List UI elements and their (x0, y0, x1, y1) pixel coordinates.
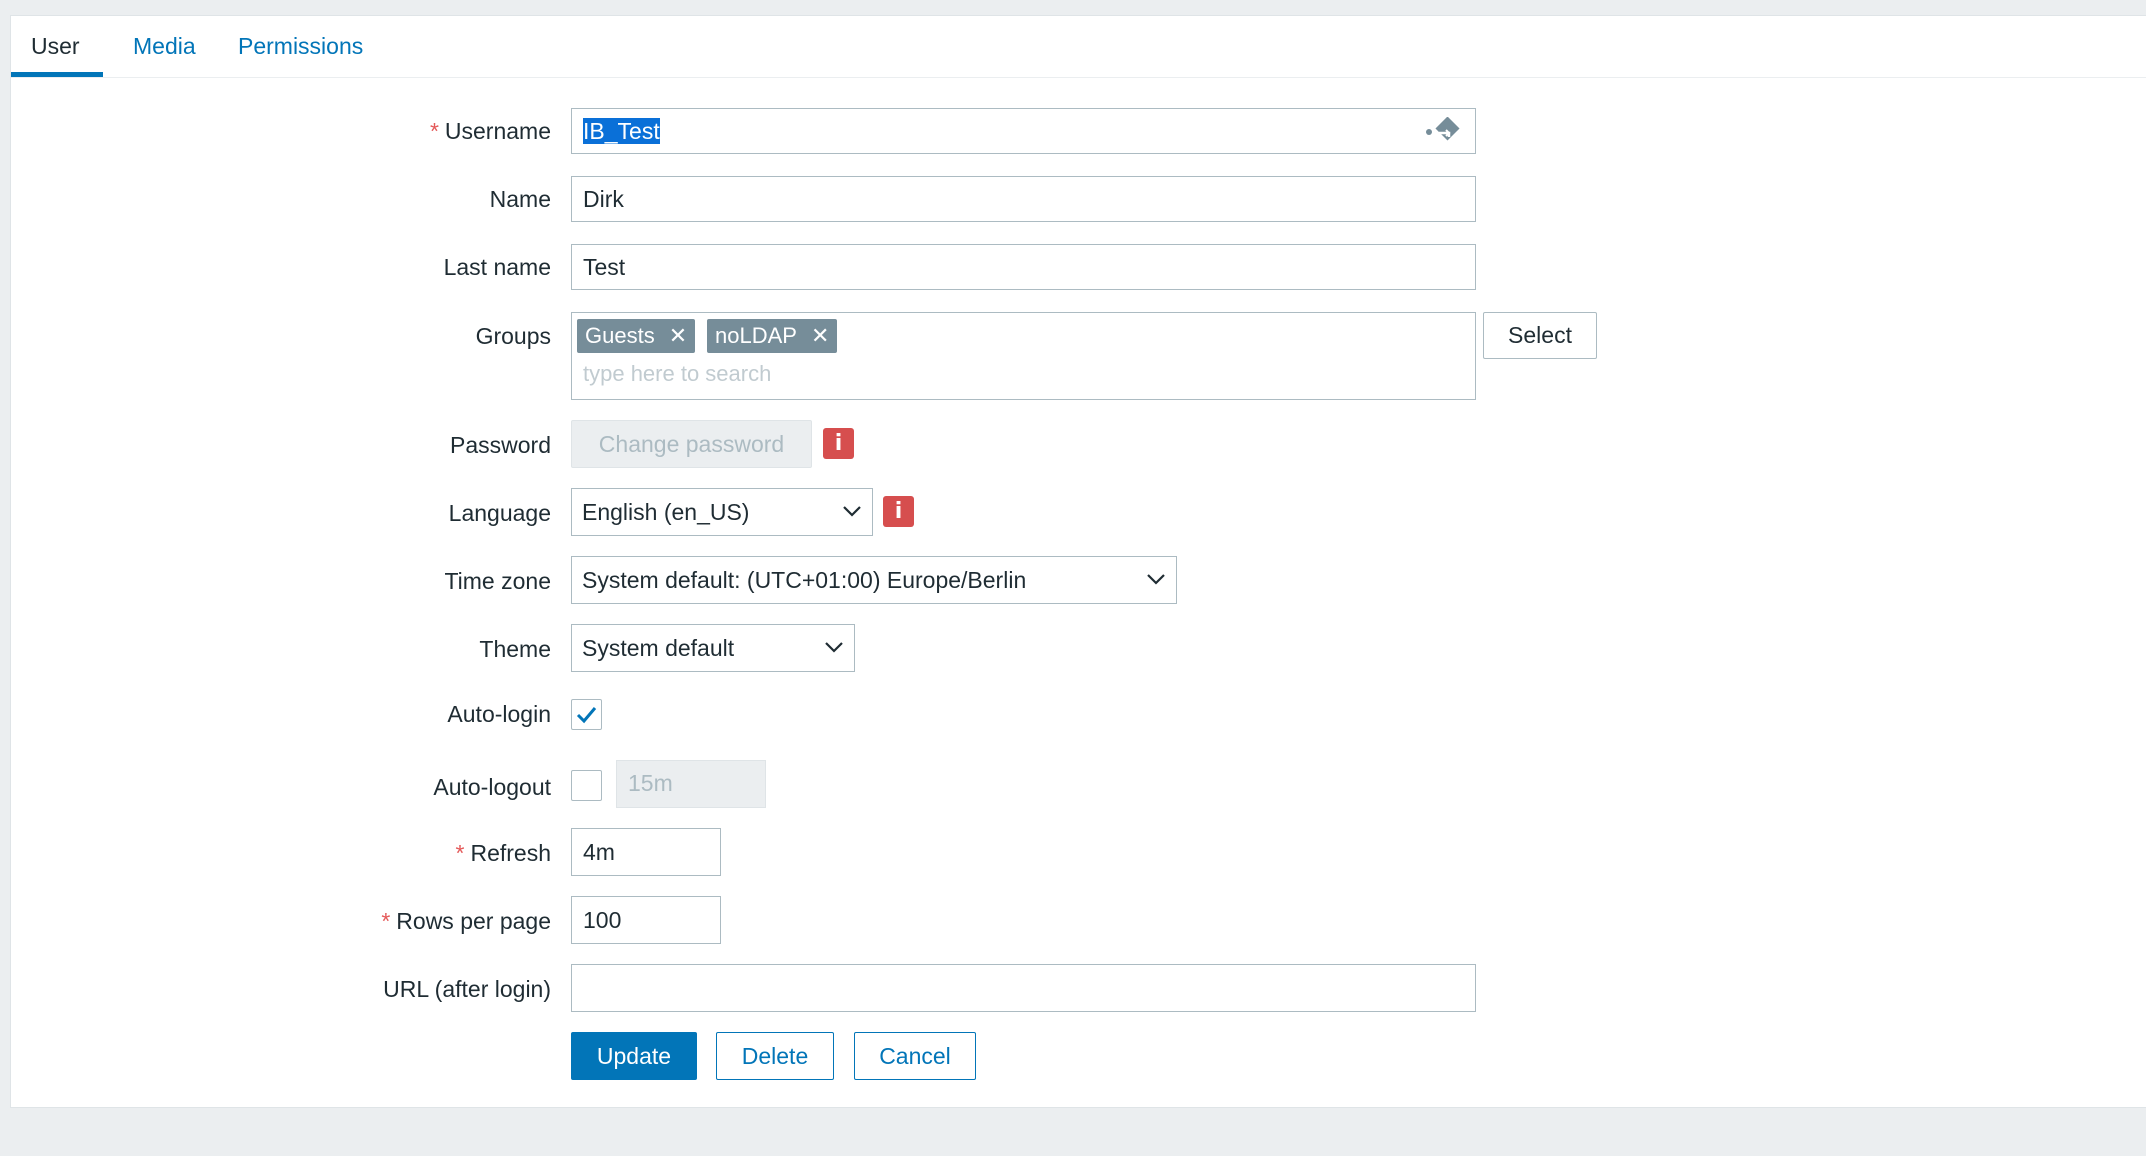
username-value: IB_Test (583, 118, 660, 144)
info-icon[interactable]: i (823, 428, 854, 459)
url-after-login-input[interactable] (571, 964, 1476, 1012)
username-label: * Username (430, 118, 551, 145)
auto-logout-input[interactable]: 15m (616, 760, 766, 808)
group-tag-noldap: noLDAP ✕ (707, 319, 838, 353)
remove-tag-icon[interactable]: ✕ (669, 323, 687, 348)
chevron-down-icon (843, 506, 861, 517)
refresh-input[interactable]: 4m (571, 828, 721, 876)
change-password-button[interactable]: Change password (571, 420, 812, 468)
user-form-panel: User Media Permissions * Username IB_Test… (10, 15, 2146, 1108)
delete-button[interactable]: Delete (716, 1032, 834, 1080)
tab-permissions[interactable]: Permissions (218, 16, 383, 77)
rows-per-page-label-text: Rows per page (396, 908, 551, 934)
checkmark-icon (576, 707, 597, 724)
last-name-input[interactable]: Test (571, 244, 1476, 290)
cancel-button[interactable]: Cancel (854, 1032, 976, 1080)
required-mark: * (455, 840, 465, 866)
update-button[interactable]: Update (571, 1032, 697, 1080)
tab-media[interactable]: Media (113, 16, 216, 77)
auto-logout-label: Auto-logout (433, 774, 551, 800)
refresh-label: * Refresh (456, 840, 552, 867)
tab-bar: User Media Permissions (11, 16, 2146, 78)
group-tag-label: noLDAP (715, 323, 797, 348)
theme-select[interactable]: System default (571, 624, 855, 672)
password-label: Password (450, 432, 551, 458)
password-manager-icon[interactable] (1425, 117, 1463, 147)
groups-select-button[interactable]: Select (1483, 312, 1597, 359)
last-name-label: Last name (443, 254, 551, 280)
required-mark: * (429, 118, 439, 144)
language-value: English (en_US) (582, 499, 750, 525)
group-tag-guests: Guests ✕ (577, 319, 696, 353)
chevron-down-icon (825, 642, 843, 653)
theme-value: System default (582, 635, 735, 661)
username-input[interactable]: IB_Test (571, 108, 1476, 154)
groups-search-placeholder[interactable]: type here to search (583, 359, 771, 389)
required-mark: * (381, 908, 391, 934)
auto-logout-checkbox[interactable] (571, 770, 602, 801)
group-tag-label: Guests (585, 323, 655, 348)
name-input[interactable]: Dirk (571, 176, 1476, 222)
rows-per-page-input[interactable]: 100 (571, 896, 721, 944)
time-zone-value: System default: (UTC+01:00) Europe/Berli… (582, 567, 1027, 593)
groups-label: Groups (475, 323, 551, 349)
chevron-down-icon (1147, 574, 1165, 585)
time-zone-select[interactable]: System default: (UTC+01:00) Europe/Berli… (571, 556, 1177, 604)
url-after-login-label: URL (after login) (383, 976, 551, 1002)
refresh-label-text: Refresh (470, 840, 551, 866)
language-select[interactable]: English (en_US) (571, 488, 873, 536)
theme-label: Theme (479, 636, 551, 662)
tab-user[interactable]: User (11, 16, 103, 77)
info-icon[interactable]: i (883, 496, 914, 527)
remove-tag-icon[interactable]: ✕ (811, 323, 829, 348)
language-label: Language (448, 500, 551, 526)
auto-login-checkbox[interactable] (571, 699, 602, 730)
username-label-text: Username (444, 118, 551, 144)
groups-multiselect[interactable]: Guests ✕ noLDAP ✕ type here to search (571, 312, 1476, 400)
rows-per-page-label: * Rows per page (381, 908, 551, 935)
auto-login-label: Auto-login (447, 701, 551, 727)
time-zone-label: Time zone (444, 568, 551, 594)
name-label: Name (489, 186, 551, 212)
